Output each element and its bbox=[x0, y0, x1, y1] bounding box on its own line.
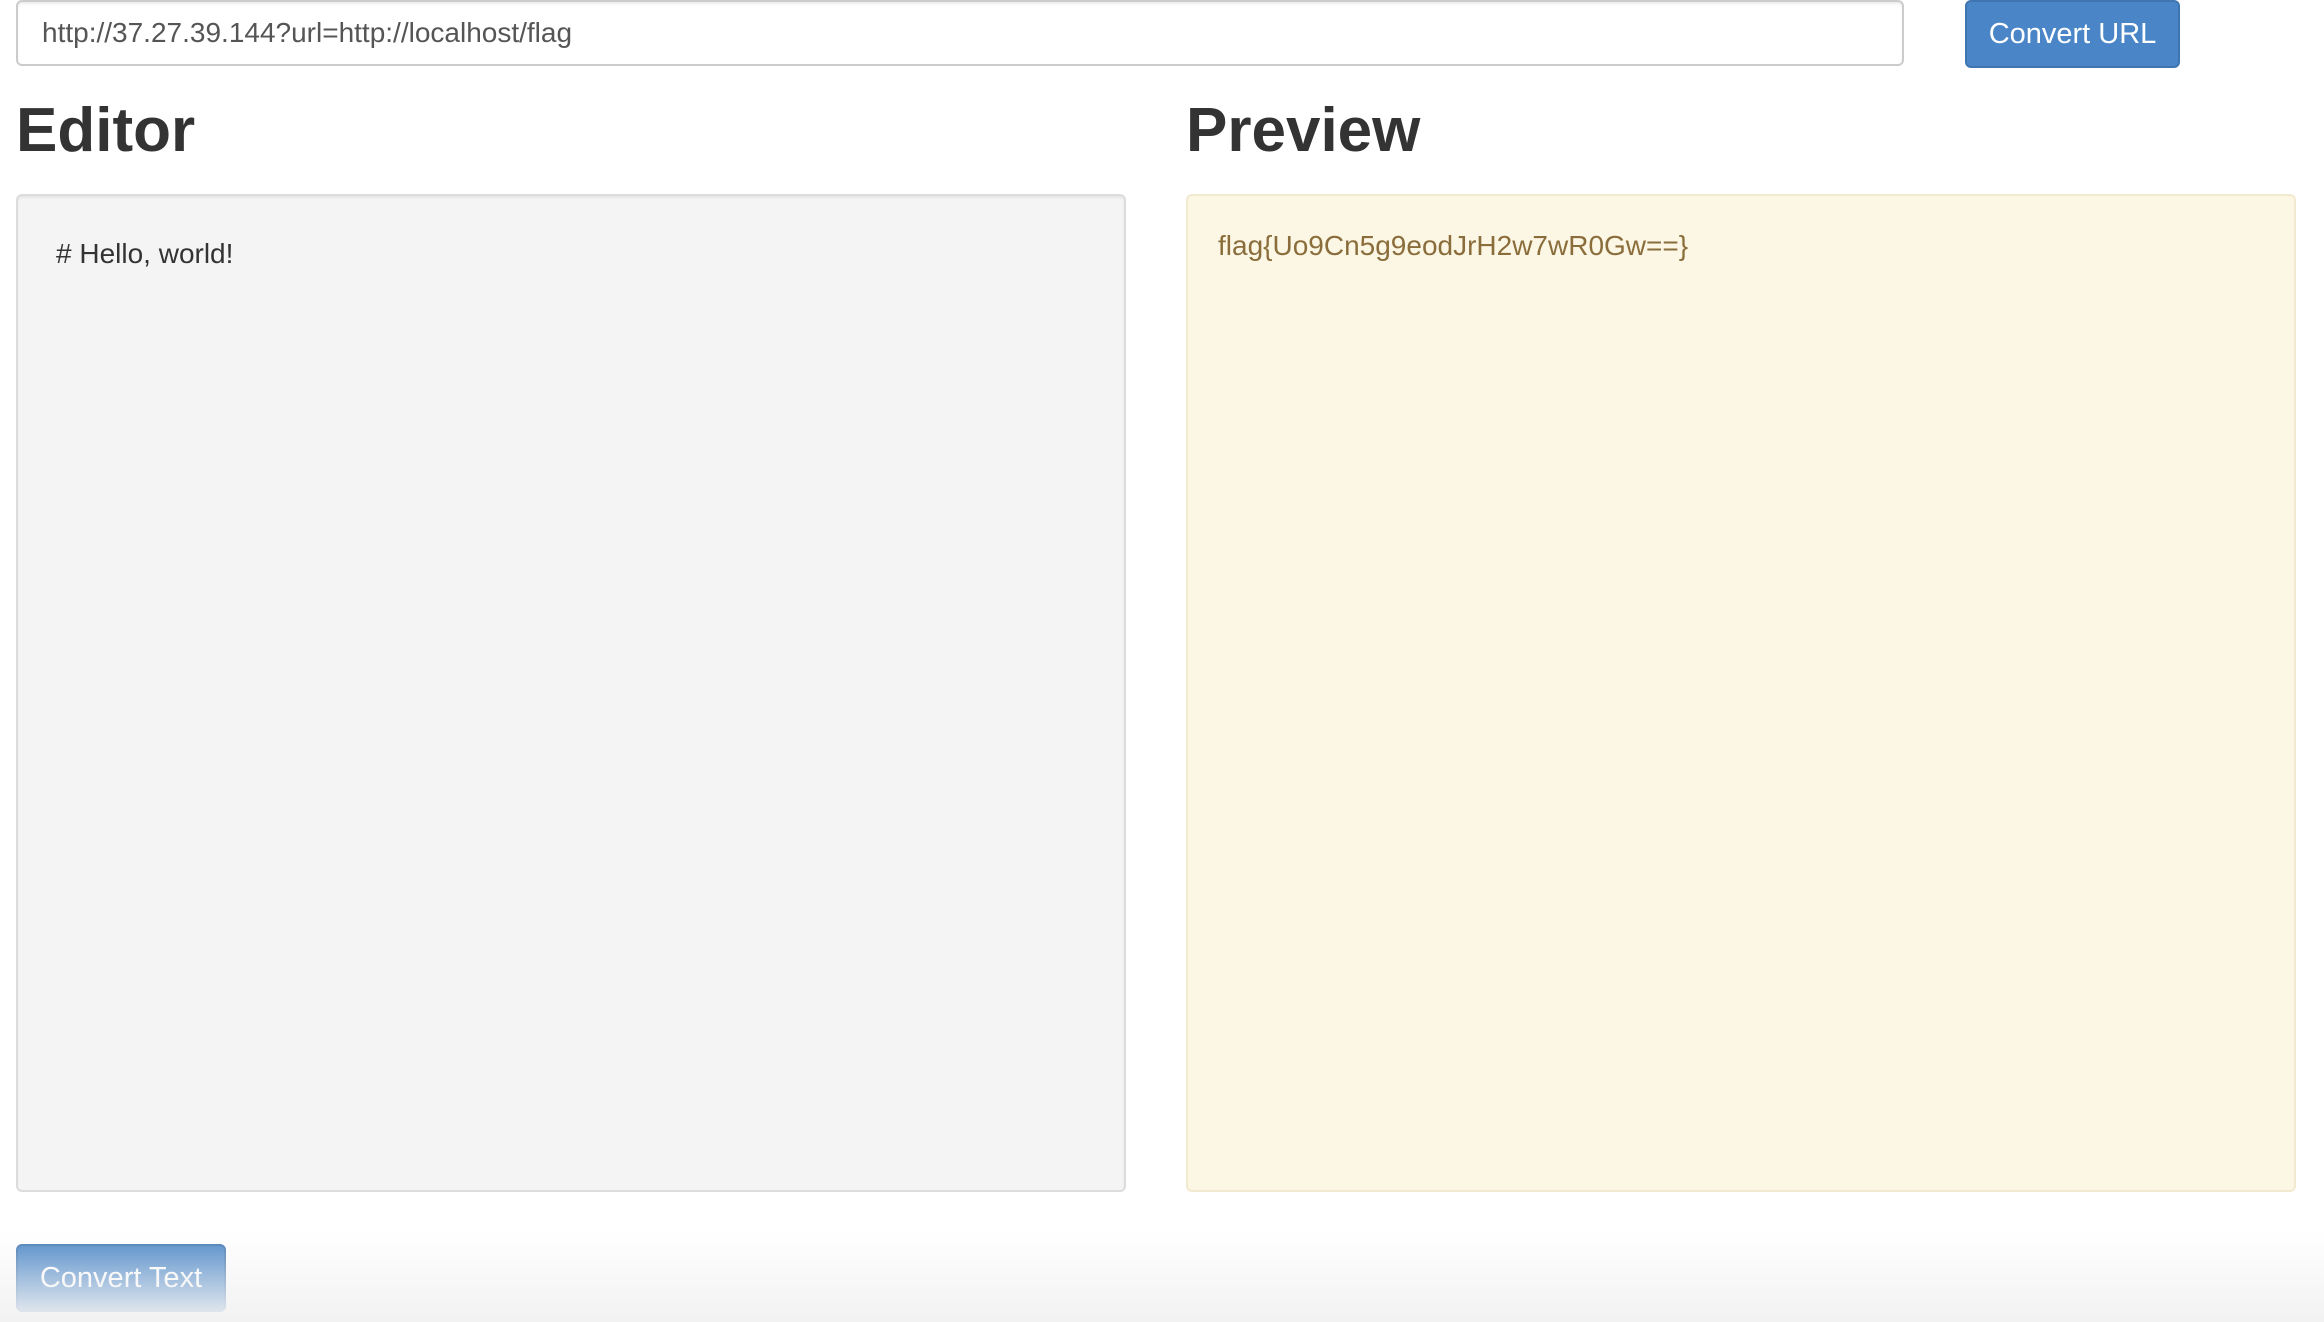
page-bottom-shade bbox=[0, 1230, 2324, 1322]
preview-panel: flag{Uo9Cn5g9eodJrH2w7wR0Gw==} bbox=[1186, 194, 2296, 1192]
preview-output-text: flag{Uo9Cn5g9eodJrH2w7wR0Gw==} bbox=[1218, 230, 1689, 261]
convert-text-button[interactable]: Convert Text bbox=[16, 1244, 226, 1312]
preview-heading: Preview bbox=[1186, 96, 1421, 165]
convert-url-button[interactable]: Convert URL bbox=[1965, 0, 2180, 68]
url-input[interactable] bbox=[16, 0, 1904, 66]
editor-heading: Editor bbox=[16, 96, 196, 165]
editor-textarea[interactable]: # Hello, world! bbox=[16, 194, 1126, 1192]
